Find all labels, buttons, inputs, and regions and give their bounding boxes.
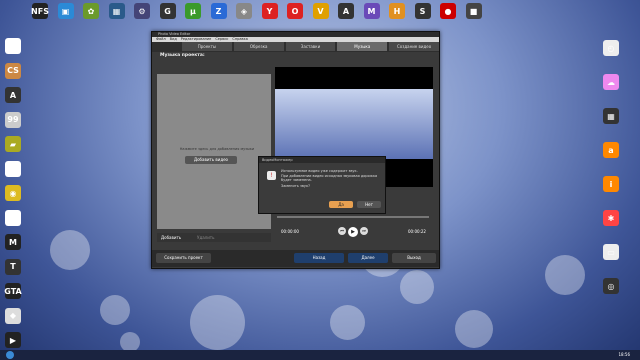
dialog-no-label: Нет xyxy=(365,202,373,207)
remove-label: Удалить xyxy=(197,235,215,240)
play-icon[interactable]: ▶ xyxy=(348,227,358,237)
add-label: Добавить xyxy=(161,235,182,240)
back-button[interactable]: Назад xyxy=(294,253,344,263)
box-icon[interactable]: ■ xyxy=(465,3,482,19)
bokeh-2 xyxy=(100,295,130,325)
time-end: 00:00:22 xyxy=(408,229,426,234)
exit-label: Выход xyxy=(407,255,421,260)
torrent-icon[interactable]: µ xyxy=(185,3,201,19)
dialog-title: ВидеоМонтажер xyxy=(259,157,385,163)
monitor-icon[interactable]: ▣ xyxy=(57,3,74,19)
tab-bar: Проекты Обрезка Заставки Музыка Создание… xyxy=(152,42,439,52)
bottom-bar: Сохранить проект Назад Далее Выход xyxy=(152,250,439,267)
video-app-icon[interactable]: ▦ xyxy=(108,3,125,19)
disk-icon[interactable]: ◎ xyxy=(603,278,619,294)
bokeh-8 xyxy=(330,305,365,340)
bokeh-3 xyxy=(190,295,245,350)
fifa-icon[interactable]: 99 xyxy=(5,111,21,128)
bokeh-6 xyxy=(455,310,493,348)
record-icon[interactable]: ● xyxy=(440,3,456,19)
text-file-icon[interactable]: ▢ xyxy=(5,160,21,177)
save-project-button[interactable]: Сохранить проект xyxy=(156,253,211,263)
tab-create-video[interactable]: Создание видео xyxy=(389,42,439,51)
g-icon[interactable]: G xyxy=(159,3,176,19)
info-icon[interactable]: i xyxy=(603,176,619,192)
remove-button[interactable]: Удалить xyxy=(197,235,215,240)
arma-icon[interactable]: A xyxy=(5,87,21,103)
next-label: Далее xyxy=(361,255,375,260)
pinwheel-icon[interactable]: ✱ xyxy=(603,210,619,226)
dialog-text-2: При добавлении видео исходная звуковая д… xyxy=(281,174,378,182)
dialog-text-3: Заменить звук? xyxy=(281,184,310,188)
exit-button[interactable]: Выход xyxy=(392,253,436,263)
window-title: Photo Video Editor xyxy=(158,32,191,36)
hint-text: Нажмите здесь для добавления музыки xyxy=(179,147,255,151)
tab-projects[interactable]: Проекты xyxy=(182,42,232,51)
m-icon[interactable]: M xyxy=(363,3,380,19)
bokeh-9 xyxy=(120,332,140,352)
s-icon[interactable]: S xyxy=(414,3,431,19)
yandex-icon[interactable]: Y xyxy=(261,3,278,19)
next-icon[interactable]: ⏭ xyxy=(360,227,368,235)
taskbar-time: 18:56 xyxy=(618,352,630,357)
floppy-icon[interactable]: ▤ xyxy=(5,38,21,54)
video-editor-window: Photo Video Editor Файл Вид Редактирован… xyxy=(151,31,440,269)
game-icon[interactable]: ◉ xyxy=(5,185,21,201)
v-icon[interactable]: V xyxy=(312,3,329,19)
mafia-icon[interactable]: M xyxy=(5,234,21,250)
dialog-yes-label: Да xyxy=(338,202,344,207)
calculator-icon[interactable]: ▦ xyxy=(603,108,619,124)
weather-icon[interactable]: ☁ xyxy=(603,74,619,90)
tab-crop[interactable]: Обрезка xyxy=(233,42,284,51)
clock-icon[interactable]: ◴ xyxy=(603,40,619,56)
dialog-yes-button[interactable]: Да xyxy=(329,201,353,208)
photo-app-icon[interactable]: ◈ xyxy=(236,3,252,19)
h-icon[interactable]: H xyxy=(389,3,405,19)
back-label: Назад xyxy=(312,255,326,260)
bokeh-5 xyxy=(400,270,434,304)
gear-icon[interactable]: ⚙ xyxy=(134,3,150,19)
bokeh-1 xyxy=(50,230,90,270)
taskbar: 18:56 xyxy=(0,350,640,360)
butterfly-icon[interactable]: ✿ xyxy=(83,3,99,19)
menu-view[interactable]: Вид xyxy=(170,37,177,42)
play-icon[interactable]: ▶ xyxy=(5,332,21,348)
tab-music[interactable]: Музыка xyxy=(337,42,388,51)
replace-audio-dialog: ВидеоМонтажер ! Используемое видео уже с… xyxy=(258,156,386,214)
dialog-no-button[interactable]: Нет xyxy=(357,201,381,208)
add-button[interactable]: Добавить xyxy=(161,235,181,240)
add-video-button[interactable]: Добавить видео xyxy=(185,156,237,164)
bokeh-7 xyxy=(545,255,585,295)
car-icon[interactable]: ▰ xyxy=(5,136,21,152)
time-start: 00:00:00 xyxy=(281,229,299,234)
opera-icon[interactable]: O xyxy=(287,3,303,19)
play-controls: ⏮ ▶ ⏭ xyxy=(338,227,368,237)
counter-strike-icon[interactable]: CS xyxy=(5,62,21,79)
start-icon[interactable] xyxy=(6,351,14,359)
a-icon[interactable]: A xyxy=(338,3,354,19)
next-button[interactable]: Далее xyxy=(348,253,388,263)
panel-toolbar: Добавить Удалить xyxy=(157,233,271,242)
avast-icon[interactable]: a xyxy=(603,142,619,158)
tab-intros[interactable]: Заставки xyxy=(285,42,336,51)
dialog-text-1: Используемое видео уже содержит звук. xyxy=(281,169,358,173)
cube-icon[interactable]: ◆ xyxy=(5,307,21,324)
document-icon[interactable]: ▯ xyxy=(5,209,21,226)
save-project-label: Сохранить проект xyxy=(164,255,203,260)
add-video-label: Добавить видео xyxy=(193,157,229,162)
need-for-speed-icon[interactable]: NFS xyxy=(31,3,49,19)
window-icon[interactable]: ▭ xyxy=(603,244,619,260)
tanks-icon[interactable]: T xyxy=(5,258,21,275)
timeline-slider[interactable] xyxy=(277,216,429,218)
warning-icon: ! xyxy=(267,171,276,180)
preview-frame xyxy=(275,89,433,159)
prev-icon[interactable]: ⏮ xyxy=(338,227,346,235)
gta-icon[interactable]: GTA xyxy=(4,283,22,299)
menu-file[interactable]: Файл xyxy=(156,37,166,42)
z-icon[interactable]: Z xyxy=(210,3,227,19)
music-list-panel[interactable]: Нажмите здесь для добавления музыки Доба… xyxy=(157,74,271,229)
music-panel-title: Музыка проекта: xyxy=(160,53,205,58)
